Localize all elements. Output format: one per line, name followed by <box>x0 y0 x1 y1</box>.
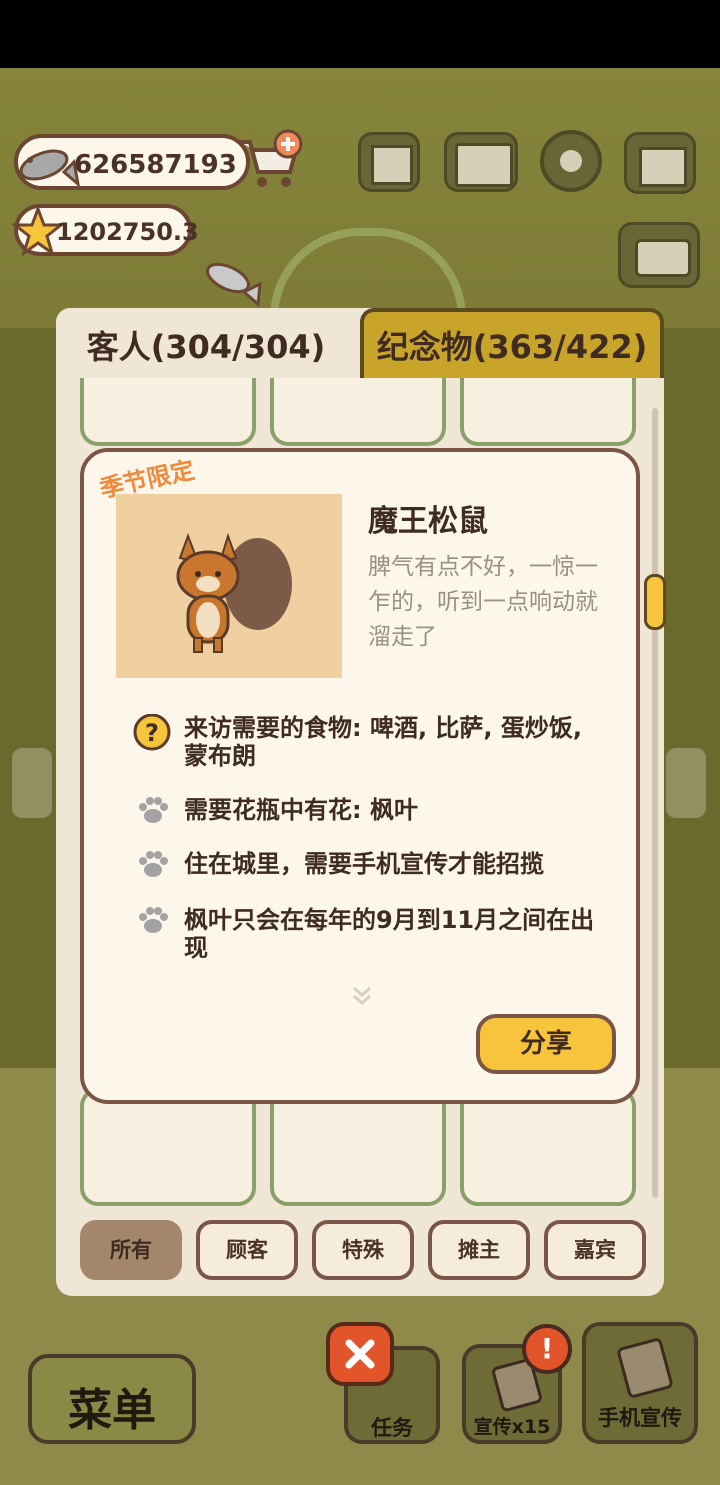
chevron-down-icon <box>353 986 371 1005</box>
newspaper-button[interactable] <box>358 132 420 192</box>
menu-button[interactable]: 菜单 <box>28 1354 196 1444</box>
guest-card[interactable] <box>80 378 256 446</box>
cart-plus-icon <box>240 129 303 187</box>
task-label: 任务 <box>371 1416 413 1440</box>
fish-counter: 626587193 <box>14 134 250 190</box>
store-button[interactable] <box>624 132 696 194</box>
scrollbar[interactable] <box>652 408 658 1198</box>
filter-all[interactable]: 所有 <box>80 1220 182 1280</box>
phone-promo-label: 手机宣传 <box>598 1406 682 1430</box>
paw-icon <box>139 797 168 823</box>
shop-cart-button[interactable] <box>234 128 304 194</box>
requirement-text: 枫叶只会在每年的9月到11月之间在出现 <box>184 906 595 962</box>
guest-card[interactable] <box>270 1088 446 1206</box>
tab-souvenirs-label: 纪念物(363/422) <box>376 328 648 366</box>
close-icon <box>345 1339 375 1369</box>
tab-guests[interactable]: 客人(304/304) <box>56 308 356 378</box>
guest-name: 魔王松鼠 <box>368 504 488 539</box>
sort-button[interactable] <box>618 222 700 288</box>
guest-card[interactable] <box>80 1088 256 1206</box>
squirrel-image <box>176 532 292 653</box>
tab-souvenirs[interactable]: 纪念物(363/422) <box>360 308 664 378</box>
album-button[interactable] <box>444 132 518 192</box>
filter-customers[interactable]: 顾客 <box>196 1220 298 1280</box>
scroll-left-arrow[interactable] <box>12 748 52 818</box>
fish-count: 626587193 <box>74 150 237 180</box>
filter-special[interactable]: 特殊 <box>312 1220 414 1280</box>
menu-label: 菜单 <box>68 1385 156 1436</box>
filter-vendors[interactable]: 摊主 <box>428 1220 530 1280</box>
promo-label: 宣传x15 <box>473 1416 551 1438</box>
tab-guests-label: 客人(304/304) <box>86 328 326 366</box>
guest-card[interactable] <box>460 1088 636 1206</box>
paw-icon <box>139 907 168 933</box>
phone-promo-icon <box>616 1336 674 1400</box>
guest-card[interactable] <box>270 378 446 446</box>
close-button[interactable] <box>326 1322 394 1386</box>
paw-icon <box>139 851 168 877</box>
sort-icon <box>635 239 691 277</box>
star-count: 1202750.3 <box>56 218 199 246</box>
filter-guests[interactable]: 嘉宾 <box>544 1220 646 1280</box>
question-icon: ? <box>133 714 171 751</box>
guest-card[interactable] <box>460 378 636 446</box>
guest-detail-dialog: 季节限定 魔王松鼠 脾气有点不好，一惊一乍的，听到一点响动就溜走了 ? 来访需要… <box>80 448 640 1104</box>
store-icon <box>639 147 687 187</box>
status-bar <box>0 0 720 68</box>
book-icon <box>455 143 513 187</box>
star-counter: 1202750.3 <box>12 204 199 257</box>
guest-description: 脾气有点不好，一惊一乍的，听到一点响动就溜走了 <box>368 554 598 650</box>
floating-fish-icon <box>206 262 262 306</box>
gear-icon <box>560 150 582 172</box>
settings-button[interactable] <box>540 130 602 192</box>
svg-text:?: ? <box>145 719 159 747</box>
fish-icon <box>19 149 80 188</box>
scrollbar-thumb[interactable] <box>644 574 666 630</box>
requirement-text: 来访需要的食物: 啤酒, 比萨, 蛋炒饭, 蒙布朗 <box>184 714 583 770</box>
requirement-text: 住在城里，需要手机宣传才能招揽 <box>184 850 544 878</box>
alert-badge-icon: ! <box>522 1324 572 1374</box>
requirement-text: 需要花瓶中有花: 枫叶 <box>184 796 418 824</box>
newspaper-icon <box>371 145 413 185</box>
portrait-frame <box>116 494 342 678</box>
phone-promo-button[interactable]: 手机宣传 <box>582 1322 698 1444</box>
share-button[interactable]: 分享 <box>476 1014 616 1074</box>
scroll-right-arrow[interactable] <box>666 748 706 818</box>
